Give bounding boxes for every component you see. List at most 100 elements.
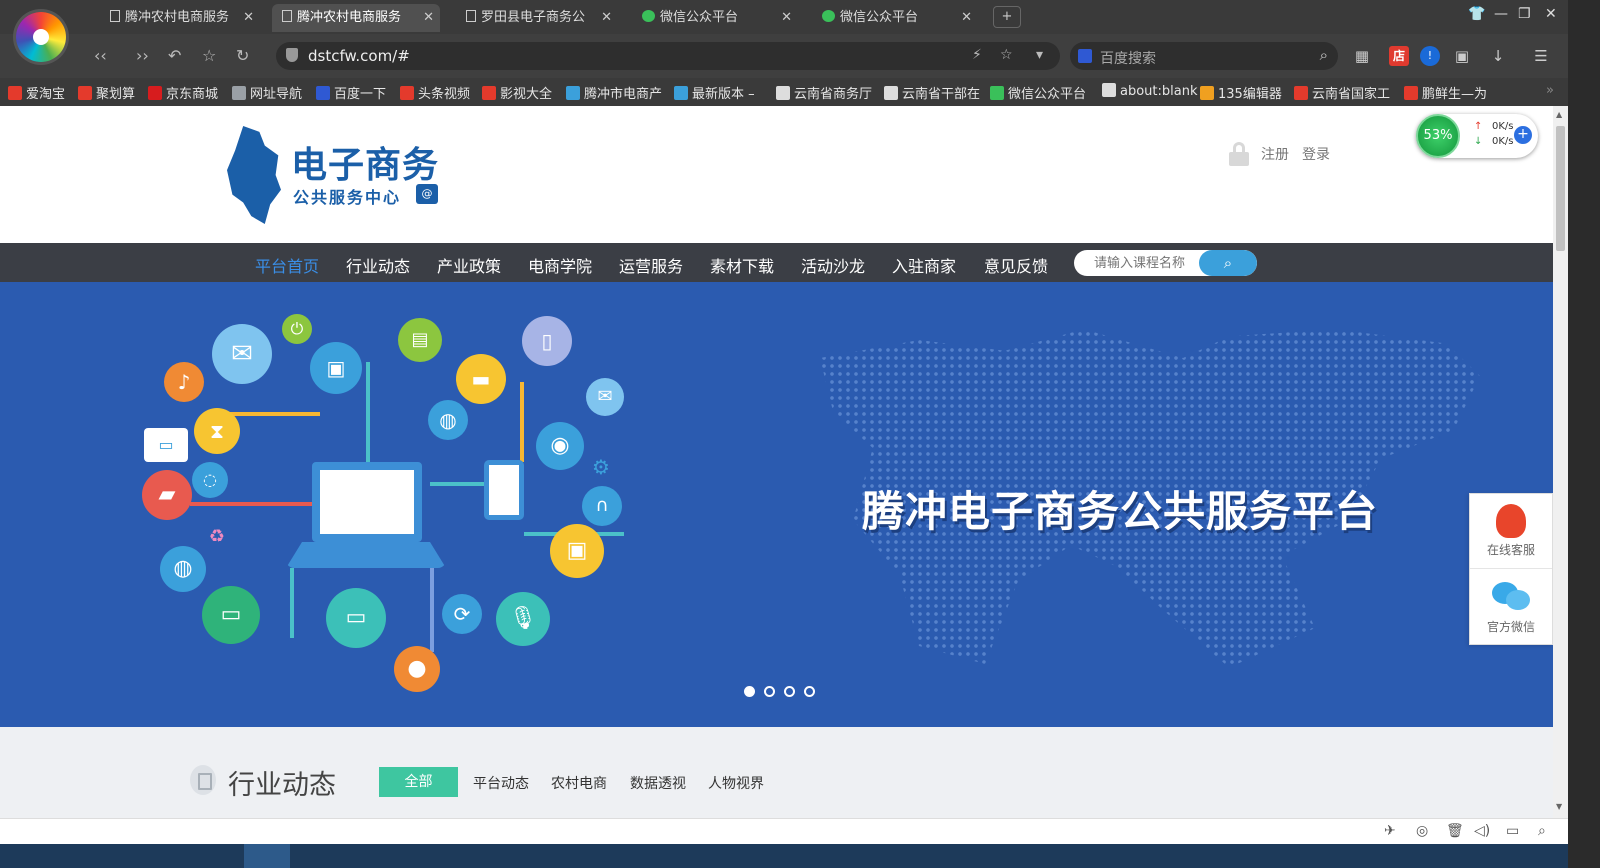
bookmarks-overflow-icon[interactable]: » [1546,83,1554,98]
nav-item[interactable]: 电商学院 [528,253,592,277]
online-service-button[interactable]: 在线客服 [1470,494,1552,569]
login-link[interactable]: 登录 [1302,144,1330,164]
bookmark-item[interactable]: 百度一下 [316,83,386,102]
page-scrollbar[interactable]: ▲ ▼ [1553,106,1568,818]
category-tab[interactable]: 全部 [379,767,458,797]
address-url[interactable]: dstcfw.com/# [308,47,410,65]
nav-item[interactable]: 素材下载 [710,253,774,277]
screenshot-icon[interactable]: ▣ [1452,46,1472,66]
bookmark-item[interactable]: 微信公众平台 [990,83,1086,102]
bookmark-item[interactable]: 网址导航 [232,83,302,102]
tab-1[interactable]: 腾冲农村电商服务 ✕ [100,4,260,32]
bookmark-item[interactable]: 鹏鲜生—为 [1404,83,1487,102]
close-icon[interactable]: ✕ [243,4,254,32]
scroll-down-icon[interactable]: ▼ [1556,802,1562,811]
address-bar[interactable]: dstcfw.com/# ⚡ ☆ ▾ [276,42,1060,70]
close-window-icon[interactable]: ✕ [1545,6,1557,22]
slider-dot[interactable] [804,686,815,697]
store-icon[interactable]: 店 [1389,46,1409,66]
window-icon[interactable]: ▭ [1506,823,1519,839]
official-wechat-button[interactable]: 官方微信 [1470,570,1552,645]
download-icon[interactable]: ↓ [1488,46,1508,66]
slider-dot[interactable] [744,686,755,697]
zoom-icon[interactable]: ⌕ [1538,823,1546,839]
scroll-up-icon[interactable]: ▲ [1556,110,1562,119]
tab-3[interactable]: 罗田县电子商务公 ✕ [456,4,618,32]
bookmark-item[interactable]: 头条视频 [400,83,470,102]
trash-icon[interactable]: 🗑 [1446,823,1464,839]
upload-rate: 0K/s [1492,121,1514,132]
apps-grid-icon[interactable]: ▦ [1352,46,1372,66]
hourglass-icon: ⧗ [194,408,240,454]
nav-item[interactable]: 行业动态 [346,253,410,277]
bookmark-label: about:blank [1120,84,1198,99]
browser-logo[interactable] [16,12,66,62]
close-icon[interactable]: ✕ [601,4,612,32]
forward-icon[interactable]: ›› [136,46,149,65]
nav-item[interactable]: 产业政策 [437,253,501,277]
nav-item[interactable]: 平台首页 [255,253,319,277]
category-tab[interactable]: 人物视界 [708,773,764,793]
skin-icon[interactable]: 👕 [1468,6,1485,22]
network-speed-widget[interactable]: 53% ↑ 0K/s ↓ 0K/s + [1416,114,1538,158]
category-tab[interactable]: 农村电商 [551,773,607,793]
speedup-icon[interactable]: ◎ [1416,823,1428,839]
course-search-button[interactable]: ⌕ [1199,250,1257,276]
close-icon[interactable]: ✕ [961,4,972,32]
plus-icon[interactable]: + [1514,126,1532,144]
security-icon[interactable]: ! [1420,46,1440,66]
bookmark-item[interactable]: 京东商城 [148,83,218,102]
bookmark-item[interactable]: 最新版本 – [674,83,755,102]
tab-5[interactable]: 微信公众平台 ✕ [812,4,978,32]
category-tab[interactable]: 平台动态 [473,773,529,793]
pin-icon[interactable]: ✈ [1384,823,1396,839]
network-illustration: ♪ ✉ ⏻ ▣ ▤ ▬ ▯ ✉ ◍ ⧗ ▭ ◌ ▰ ♻ ◍ ▭ ▭ ● ⟳ 🎙 … [130,302,650,702]
slider-dot[interactable] [784,686,795,697]
flash-icon[interactable]: ⚡ [972,47,982,63]
nav-item[interactable]: 运营服务 [619,253,683,277]
tengchong-map-logo-icon[interactable] [227,126,281,224]
bookmark-item[interactable]: 聚划算 [78,83,135,102]
tab-2[interactable]: 腾冲农村电商服务 ✕ [272,4,440,32]
nav-item[interactable]: 意见反馈 [984,253,1048,277]
restore-icon[interactable]: ❐ [1518,6,1531,22]
bookmark-item[interactable]: 云南省商务厅 [776,83,872,102]
search-icon[interactable]: ⌕ [1320,46,1328,64]
category-tab[interactable]: 数据透视 [630,773,686,793]
bookmark-item[interactable]: 爱淘宝 [8,83,65,102]
bookmark-label: 影视大全 [500,87,553,102]
hero-banner[interactable]: ♪ ✉ ⏻ ▣ ▤ ▬ ▯ ✉ ◍ ⧗ ▭ ◌ ▰ ♻ ◍ ▭ ▭ ● ⟳ 🎙 … [0,282,1553,727]
bookmark-item[interactable]: 云南省干部在 [884,83,980,102]
slider-dots [744,686,824,701]
volume-icon[interactable]: ◁) [1474,823,1490,839]
new-tab-button[interactable]: + [993,6,1021,28]
close-icon[interactable]: ✕ [423,4,434,32]
undo-close-icon[interactable]: ↶ [168,46,181,65]
qq-icon [1496,504,1526,538]
scroll-thumb[interactable] [1556,126,1565,251]
bookmark-star-icon[interactable]: ☆ [1000,47,1013,63]
bookmark-item[interactable]: about:blank [1102,83,1198,99]
close-icon[interactable]: ✕ [781,4,792,32]
back-icon[interactable]: ‹‹ [94,46,107,65]
menu-icon[interactable]: ☰ [1531,46,1551,66]
favorite-icon[interactable]: ☆ [202,46,216,65]
nav-item[interactable]: 活动沙龙 [801,253,865,277]
slider-dot[interactable] [764,686,775,697]
register-link[interactable]: 注册 [1261,144,1289,164]
bookmark-item[interactable]: 影视大全 [482,83,552,102]
minimize-icon[interactable]: — [1494,6,1508,22]
mobile-icon: ▯ [522,316,572,366]
taskbar-item[interactable] [244,844,290,868]
logo-title[interactable]: 电子商务 [291,136,439,188]
bookmark-item[interactable]: 135编辑器 [1200,83,1282,102]
browser-search[interactable]: 百度搜索 ⌕ [1070,42,1338,70]
dropdown-icon[interactable]: ▾ [1036,47,1043,63]
nav-item[interactable]: 入驻商家 [892,253,956,277]
tab-4[interactable]: 微信公众平台 ✕ [632,4,798,32]
bookmark-item[interactable]: 腾冲市电商产 [566,83,662,102]
bookmark-item[interactable]: 云南省国家工 [1294,83,1390,102]
refresh-icon[interactable]: ↻ [236,46,249,65]
course-search-input[interactable] [1074,250,1200,276]
browser-statusbar: ✈ ◎ 🗑 ◁) ▭ ⌕ [0,818,1568,844]
